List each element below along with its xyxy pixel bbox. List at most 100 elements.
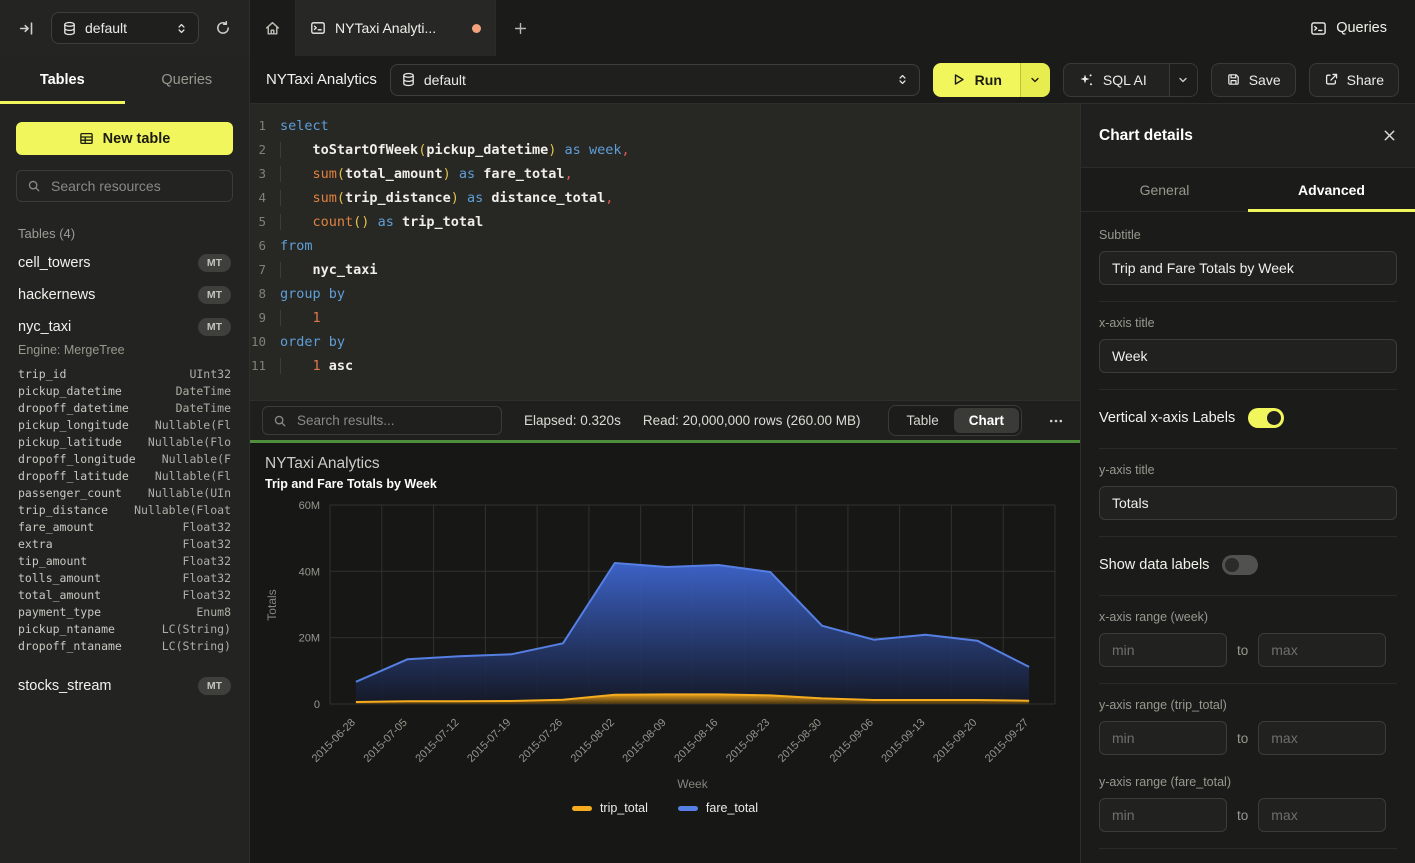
query-tab[interactable]: NYTaxi Analyti...: [296, 0, 496, 56]
column-row[interactable]: total_amountFloat32: [16, 586, 233, 603]
column-name: trip_id: [18, 367, 66, 381]
legend-item[interactable]: trip_total: [572, 801, 648, 815]
table-grid-icon: [79, 131, 94, 146]
query-toolbar: NYTaxi Analytics default Run: [250, 56, 1415, 104]
tab-general[interactable]: General: [1081, 168, 1248, 211]
table-row[interactable]: cell_towersMT: [16, 247, 233, 279]
column-row[interactable]: pickup_ntanameLC(String): [16, 620, 233, 637]
column-row[interactable]: pickup_longitudeNullable(Fl: [16, 416, 233, 433]
yaxis-range-fare-group: y-axis range (fare_total) to: [1099, 775, 1397, 849]
sql-ai-options-button[interactable]: [1169, 64, 1197, 96]
results-toolbar: Elapsed: 0.320s Read: 20,000,000 rows (2…: [250, 400, 1080, 440]
line-number: 10: [250, 330, 280, 354]
save-button[interactable]: Save: [1211, 63, 1296, 97]
more-options-button[interactable]: [1044, 413, 1068, 429]
resource-search-input[interactable]: [49, 177, 234, 195]
results-search-input[interactable]: [295, 412, 491, 429]
column-type: Nullable(Fl: [155, 418, 231, 432]
run-button[interactable]: Run: [933, 63, 1020, 97]
to-label: to: [1237, 731, 1248, 746]
query-tab-title: NYTaxi Analyti...: [335, 20, 463, 36]
column-row[interactable]: trip_idUInt32: [16, 365, 233, 382]
yaxis-range-fare-max-input[interactable]: [1258, 798, 1386, 832]
column-row[interactable]: trip_distanceNullable(Float: [16, 501, 233, 518]
show-data-labels-toggle[interactable]: [1222, 555, 1258, 575]
column-row[interactable]: dropoff_longitudeNullable(F: [16, 450, 233, 467]
column-type: LC(String): [162, 639, 231, 653]
legend-item[interactable]: fare_total: [678, 801, 758, 815]
vertical-labels-toggle[interactable]: [1248, 408, 1284, 428]
tab-tables[interactable]: Tables: [0, 56, 125, 104]
column-row[interactable]: passenger_countNullable(UIn: [16, 484, 233, 501]
svg-text:0: 0: [314, 699, 320, 711]
yaxis-range-trip-min-input[interactable]: [1099, 721, 1227, 755]
tab-advanced[interactable]: Advanced: [1248, 168, 1415, 211]
column-row[interactable]: extraFloat32: [16, 535, 233, 552]
engine-badge: MT: [198, 677, 231, 695]
table-view-button[interactable]: Table: [891, 408, 953, 433]
queries-button[interactable]: Queries: [1304, 19, 1393, 38]
new-tab-button[interactable]: [496, 0, 544, 56]
database-selector-value: default: [85, 20, 167, 36]
engine-badge: MT: [198, 318, 231, 336]
refresh-button[interactable]: [211, 16, 235, 40]
terminal-icon: [310, 20, 326, 36]
run-options-button[interactable]: [1020, 63, 1050, 97]
toolbar-database-selector[interactable]: default: [390, 64, 920, 96]
svg-text:2015-09-27: 2015-09-27: [983, 717, 1031, 765]
chart-view-button[interactable]: Chart: [954, 408, 1019, 433]
xaxis-range-max-input[interactable]: [1258, 633, 1386, 667]
close-panel-button[interactable]: [1382, 128, 1397, 143]
yaxis-title-input[interactable]: [1099, 486, 1397, 520]
column-row[interactable]: dropoff_ntanameLC(String): [16, 637, 233, 654]
share-button[interactable]: Share: [1309, 63, 1399, 97]
column-name: total_amount: [18, 588, 101, 602]
home-button[interactable]: [250, 0, 296, 56]
ellipsis-icon: [1048, 413, 1064, 429]
table-row[interactable]: hackernewsMT: [16, 279, 233, 311]
column-type: Enum8: [196, 605, 231, 619]
column-name: tip_amount: [18, 554, 87, 568]
svg-text:2015-08-02: 2015-08-02: [569, 717, 617, 765]
column-type: Nullable(Float: [134, 503, 231, 517]
xaxis-range-group: x-axis range (week) to: [1099, 610, 1397, 684]
new-table-button[interactable]: New table: [16, 122, 233, 155]
line-number: 5: [250, 210, 280, 234]
collapse-sidebar-button[interactable]: [14, 16, 39, 41]
line-number: 3: [250, 162, 280, 186]
table-row[interactable]: stocks_streamMT: [16, 670, 233, 702]
column-row[interactable]: payment_typeEnum8: [16, 603, 233, 620]
column-row[interactable]: dropoff_datetimeDateTime: [16, 399, 233, 416]
column-row[interactable]: fare_amountFloat32: [16, 518, 233, 535]
new-table-label: New table: [103, 131, 171, 147]
xaxis-title-input[interactable]: [1099, 339, 1397, 373]
column-type: Nullable(Fl: [155, 469, 231, 483]
run-button-label: Run: [975, 72, 1002, 88]
code-line: 9 1: [250, 306, 1080, 330]
legend-label: trip_total: [600, 801, 648, 815]
results-area-chart[interactable]: 020M40M60M2015-06-282015-07-052015-07-12…: [250, 443, 1080, 798]
sql-editor[interactable]: 1select2 toStartOfWeek(pickup_datetime) …: [250, 104, 1080, 400]
column-row[interactable]: dropoff_latitudeNullable(Fl: [16, 467, 233, 484]
table-name: hackernews: [18, 287, 95, 303]
sql-ai-button[interactable]: SQL AI: [1064, 64, 1161, 96]
toggle-knob: [1225, 558, 1239, 572]
yaxis-range-trip-max-input[interactable]: [1258, 721, 1386, 755]
database-selector[interactable]: default: [51, 12, 199, 44]
column-row[interactable]: pickup_latitudeNullable(Flo: [16, 433, 233, 450]
tab-queries[interactable]: Queries: [125, 56, 250, 104]
table-row[interactable]: nyc_taxiMT: [16, 311, 233, 343]
column-row[interactable]: tip_amountFloat32: [16, 552, 233, 569]
chevrons-up-down-icon: [896, 73, 909, 86]
panel-header: Chart details: [1081, 104, 1415, 168]
svg-text:2015-07-26: 2015-07-26: [517, 717, 565, 765]
column-row[interactable]: tolls_amountFloat32: [16, 569, 233, 586]
show-data-labels-group: Show data labels: [1099, 551, 1397, 596]
xaxis-range-label: x-axis range (week): [1099, 610, 1397, 624]
yaxis-range-fare-min-input[interactable]: [1099, 798, 1227, 832]
xaxis-range-min-input[interactable]: [1099, 633, 1227, 667]
line-number: 8: [250, 282, 280, 306]
column-row[interactable]: pickup_datetimeDateTime: [16, 382, 233, 399]
subtitle-input[interactable]: [1099, 251, 1397, 285]
subtitle-field-group: Subtitle: [1099, 228, 1397, 302]
